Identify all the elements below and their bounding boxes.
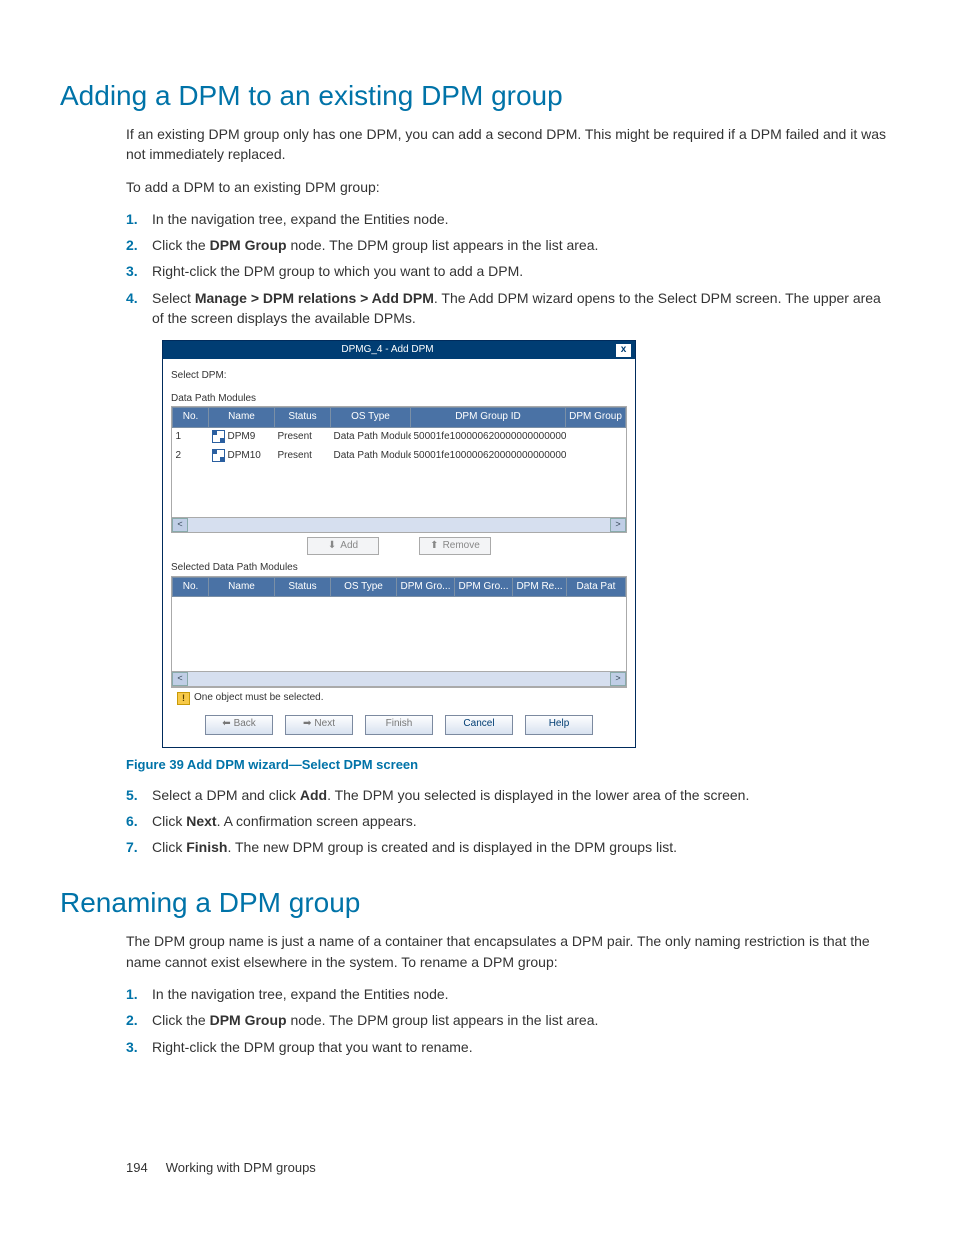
finish-button[interactable]: Finish <box>365 715 433 735</box>
dpm-icon <box>212 449 225 462</box>
scroll-left-icon[interactable]: < <box>172 518 188 532</box>
col-os[interactable]: OS Type <box>331 408 411 428</box>
step-num: 2. <box>126 1010 152 1030</box>
step-text: In the navigation tree, expand the Entit… <box>152 984 894 1004</box>
dpm-icon <box>212 430 225 443</box>
col-grp[interactable]: DPM Group <box>566 408 626 428</box>
right-arrow-icon: ➡ <box>303 717 311 732</box>
col-r[interactable]: DPM Re... <box>513 577 567 597</box>
step-num: 5. <box>126 785 152 805</box>
step-text: Click Next. A confirmation screen appear… <box>152 811 894 831</box>
intro-para-1: If an existing DPM group only has one DP… <box>126 124 894 165</box>
scroll-right-icon[interactable]: > <box>610 672 626 686</box>
dialog-titlebar: DPMG_4 - Add DPM x <box>163 341 635 359</box>
col-no[interactable]: No. <box>173 577 209 597</box>
steps-1-4: 1.In the navigation tree, expand the Ent… <box>126 209 894 328</box>
step-text: Right-click the DPM group that you want … <box>152 1037 894 1057</box>
down-arrow-icon: ⬇ <box>328 539 336 554</box>
col-name[interactable]: Name <box>209 408 275 428</box>
table-row[interactable]: 2 DPM10 Present Data Path Module 50001fe… <box>173 447 626 466</box>
remove-button[interactable]: ⬆Remove <box>419 537 491 555</box>
step-num: 1. <box>126 209 152 229</box>
select-dpm-label: Select DPM: <box>171 369 627 384</box>
col-no[interactable]: No. <box>173 408 209 428</box>
lower-table-header: Selected Data Path Modules <box>171 561 627 576</box>
col-g1[interactable]: DPM Gro... <box>397 577 455 597</box>
footer-title: Working with DPM groups <box>166 1160 316 1175</box>
left-arrow-icon: ⬅ <box>222 717 230 732</box>
cancel-button[interactable]: Cancel <box>445 715 513 735</box>
step-num: 1. <box>126 984 152 1004</box>
section-heading-1: Adding a DPM to an existing DPM group <box>60 80 894 112</box>
scroll-right-icon[interactable]: > <box>610 518 626 532</box>
add-dpm-dialog: DPMG_4 - Add DPM x Select DPM: Data Path… <box>162 340 636 747</box>
scroll-left-icon[interactable]: < <box>172 672 188 686</box>
step-num: 4. <box>126 288 152 329</box>
intro-para-3: The DPM group name is just a name of a c… <box>126 931 894 972</box>
col-g2[interactable]: DPM Gro... <box>455 577 513 597</box>
step-num: 7. <box>126 837 152 857</box>
step-text: Click Finish. The new DPM group is creat… <box>152 837 894 857</box>
intro-para-2: To add a DPM to an existing DPM group: <box>126 177 894 197</box>
col-status[interactable]: Status <box>275 577 331 597</box>
dialog-title: DPMG_4 - Add DPM <box>163 343 612 358</box>
col-os[interactable]: OS Type <box>331 577 397 597</box>
step-text: In the navigation tree, expand the Entit… <box>152 209 894 229</box>
col-status[interactable]: Status <box>275 408 331 428</box>
scrollbar[interactable]: < > <box>172 517 626 532</box>
close-icon[interactable]: x <box>615 343 632 358</box>
up-arrow-icon: ⬆ <box>430 539 438 554</box>
steps-5-7: 5.Select a DPM and click Add. The DPM yo… <box>126 785 894 858</box>
step-text: Click the DPM Group node. The DPM group … <box>152 235 894 255</box>
page-footer: 194 Working with DPM groups <box>126 1160 316 1175</box>
next-button[interactable]: ➡Next <box>285 715 353 735</box>
upper-table-header: Data Path Modules <box>171 392 627 407</box>
page-number: 194 <box>126 1160 148 1175</box>
add-button[interactable]: ⬇Add <box>307 537 379 555</box>
figure-caption: Figure 39 Add DPM wizard—Select DPM scre… <box>126 756 894 775</box>
step-num: 2. <box>126 235 152 255</box>
col-name[interactable]: Name <box>209 577 275 597</box>
step-num: 3. <box>126 1037 152 1057</box>
col-d[interactable]: Data Pat <box>567 577 626 597</box>
step-text: Right-click the DPM group to which you w… <box>152 261 894 281</box>
available-dpm-table[interactable]: No. Name Status OS Type DPM Group ID DPM… <box>171 406 627 533</box>
section-heading-2: Renaming a DPM group <box>60 887 894 919</box>
scrollbar[interactable]: < > <box>172 671 626 686</box>
step-text: Select a DPM and click Add. The DPM you … <box>152 785 894 805</box>
step-num: 3. <box>126 261 152 281</box>
help-button[interactable]: Help <box>525 715 593 735</box>
selected-dpm-table[interactable]: No. Name Status OS Type DPM Gro... DPM G… <box>171 576 627 688</box>
warning-bar: ! One object must be selected. <box>171 687 627 709</box>
step-text: Click the DPM Group node. The DPM group … <box>152 1010 894 1030</box>
warning-icon: ! <box>177 692 190 705</box>
rename-steps: 1.In the navigation tree, expand the Ent… <box>126 984 894 1057</box>
back-button[interactable]: ⬅Back <box>205 715 273 735</box>
step-text: Select Manage > DPM relations > Add DPM.… <box>152 288 894 329</box>
step-num: 6. <box>126 811 152 831</box>
col-gid[interactable]: DPM Group ID <box>411 408 566 428</box>
table-row[interactable]: 1 DPM9 Present Data Path Module 50001fe1… <box>173 427 626 446</box>
